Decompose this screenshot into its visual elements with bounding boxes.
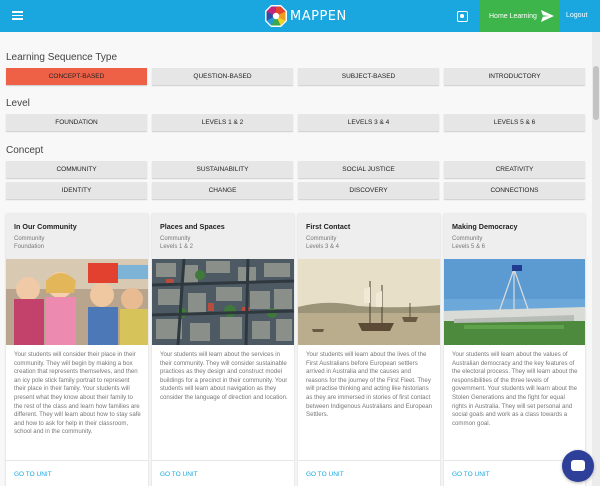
scrollbar-thumb[interactable] [593,66,599,120]
concept-heading: Concept [6,145,44,156]
filter-introductory[interactable]: INTRODUCTORY [444,68,585,85]
filter-change[interactable]: CHANGE [152,182,293,199]
menu-icon[interactable] [12,11,23,20]
settings-icon[interactable] [457,11,468,22]
top-app-bar: MAPPEN Home Learning Logout [0,0,600,32]
app-logo[interactable]: MAPPEN [264,3,347,29]
go-to-unit-link[interactable]: GO TO UNIT [14,471,52,478]
level-heading: Level [6,98,30,109]
card-divider [298,460,440,461]
filter-levels-1-2[interactable]: LEVELS 1 & 2 [152,114,293,131]
card-concept: Community [160,236,191,242]
logout-link[interactable]: Logout [566,12,587,19]
card-description: Your students will consider their place … [14,351,141,436]
card-title: Making Democracy [452,222,518,231]
card-painting-ships [298,259,440,345]
filter-foundation[interactable]: FOUNDATION [6,114,147,131]
card-photo-children-classroom [6,259,148,345]
card-level: Foundation [14,244,45,250]
card-description: Your students will learn about the lives… [306,351,433,419]
filter-levels-3-4[interactable]: LEVELS 3 & 4 [298,114,439,131]
card-divider [152,460,294,461]
unit-card-making-democracy[interactable]: Making Democracy Community Levels 5 & 6 … [444,213,585,486]
unit-card-first-contact[interactable]: First Contact Community Levels 3 & 4 You… [298,213,440,486]
mappen-logo-icon [265,5,287,27]
card-header: First Contact Community Levels 3 & 4 [298,213,440,259]
card-title: First Contact [306,222,351,231]
card-header: Making Democracy Community Levels 5 & 6 [444,213,585,259]
go-to-unit-link[interactable]: GO TO UNIT [306,471,344,478]
filter-social-justice[interactable]: SOCIAL JUSTICE [298,161,439,178]
card-concept: Community [14,236,45,242]
card-level: Levels 5 & 6 [452,244,486,250]
unit-card-in-our-community[interactable]: In Our Community Community Foundation Yo… [6,213,148,486]
filter-discovery[interactable]: DISCOVERY [298,182,439,199]
card-photo-aerial-city [152,259,294,345]
filter-levels-5-6[interactable]: LEVELS 5 & 6 [444,114,585,131]
filter-question-based[interactable]: QUESTION-BASED [152,68,293,85]
filter-sustainability[interactable]: SUSTAINABILITY [152,161,293,178]
filter-creativity[interactable]: CREATIVITY [444,161,585,178]
card-divider [6,460,148,461]
app-name: MAPPEN [290,8,347,24]
filter-community[interactable]: COMMUNITY [6,161,147,178]
go-to-unit-link[interactable]: GO TO UNIT [160,471,198,478]
filter-subject-based[interactable]: SUBJECT-BASED [298,68,439,85]
card-header: Places and Spaces Community Levels 1 & 2 [152,213,294,259]
card-photo-parliament-house [444,259,585,345]
card-header: In Our Community Community Foundation [6,213,148,259]
sequence-type-heading: Learning Sequence Type [6,52,118,63]
home-learning-button[interactable]: Home Learning [480,0,560,32]
filter-identity[interactable]: IDENTITY [6,182,147,199]
card-level: Levels 1 & 2 [160,244,194,250]
card-title: Places and Spaces [160,222,225,231]
card-description: Your students will learn about the value… [452,351,578,427]
card-title: In Our Community [14,222,77,231]
card-concept: Community [306,236,337,242]
filter-concept-based[interactable]: CONCEPT-BASED [6,68,147,85]
filter-connections[interactable]: CONNECTIONS [444,182,585,199]
card-concept: Community [452,236,483,242]
send-icon [541,10,554,22]
go-to-unit-link[interactable]: GO TO UNIT [452,471,490,478]
card-level: Levels 3 & 4 [306,244,340,250]
unit-card-places-and-spaces[interactable]: Places and Spaces Community Levels 1 & 2… [152,213,294,486]
chat-icon[interactable] [562,450,594,482]
card-description: Your students will learn about the servi… [160,351,288,401]
home-learning-label: Home Learning [489,12,537,20]
